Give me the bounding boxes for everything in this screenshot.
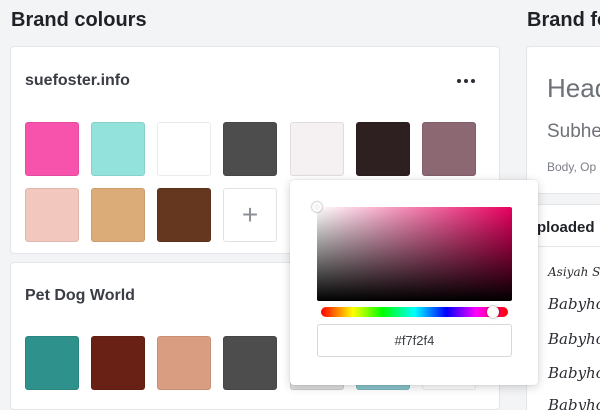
hue-handle[interactable] xyxy=(487,306,499,318)
plus-icon: + xyxy=(241,199,259,230)
color-swatch[interactable] xyxy=(91,122,145,176)
brand-fonts-heading: Brand fo xyxy=(527,9,600,31)
color-swatch[interactable] xyxy=(356,122,410,176)
more-options-button[interactable] xyxy=(456,71,476,91)
palette-title: suefoster.info xyxy=(25,72,130,89)
uploaded-fonts-title: ploaded xyxy=(537,219,595,236)
uploaded-font-item[interactable]: Asiyah Scri xyxy=(548,265,600,279)
subheading-font-sample[interactable]: Subhe xyxy=(547,121,600,143)
uploaded-font-item[interactable]: Babyhom xyxy=(548,330,600,348)
color-swatch[interactable] xyxy=(290,122,344,176)
saturation-value-area[interactable] xyxy=(312,202,512,301)
hue-slider[interactable] xyxy=(321,306,508,318)
color-handle[interactable] xyxy=(312,202,322,212)
color-swatch[interactable] xyxy=(25,188,79,242)
color-swatch[interactable] xyxy=(91,336,145,390)
color-swatch[interactable] xyxy=(157,122,211,176)
palette-title: Pet Dog World xyxy=(25,287,135,304)
uploaded-font-item[interactable]: Babyhom xyxy=(548,396,600,410)
more-horizontal-icon xyxy=(457,79,461,83)
brand-kit-page: Brand colours Brand fo suefoster.info + … xyxy=(0,0,600,410)
hex-color-input[interactable] xyxy=(317,324,512,357)
add-color-button[interactable]: + xyxy=(223,188,277,242)
color-swatch[interactable] xyxy=(25,336,79,390)
color-swatch[interactable] xyxy=(157,336,211,390)
uploaded-font-item[interactable]: Babyhom xyxy=(548,364,600,382)
color-picker-popover xyxy=(290,180,538,385)
color-swatch[interactable] xyxy=(25,122,79,176)
color-swatch[interactable] xyxy=(223,122,277,176)
color-swatch[interactable] xyxy=(422,122,476,176)
color-swatch[interactable] xyxy=(157,188,211,242)
color-swatch[interactable] xyxy=(223,336,277,390)
uploaded-font-item[interactable]: Babyhom xyxy=(548,295,600,313)
body-font-sample[interactable]: Body, Op xyxy=(547,160,596,174)
brand-colours-heading: Brand colours xyxy=(11,9,147,31)
heading-font-sample[interactable]: Head xyxy=(547,73,600,104)
color-swatch[interactable] xyxy=(91,188,145,242)
